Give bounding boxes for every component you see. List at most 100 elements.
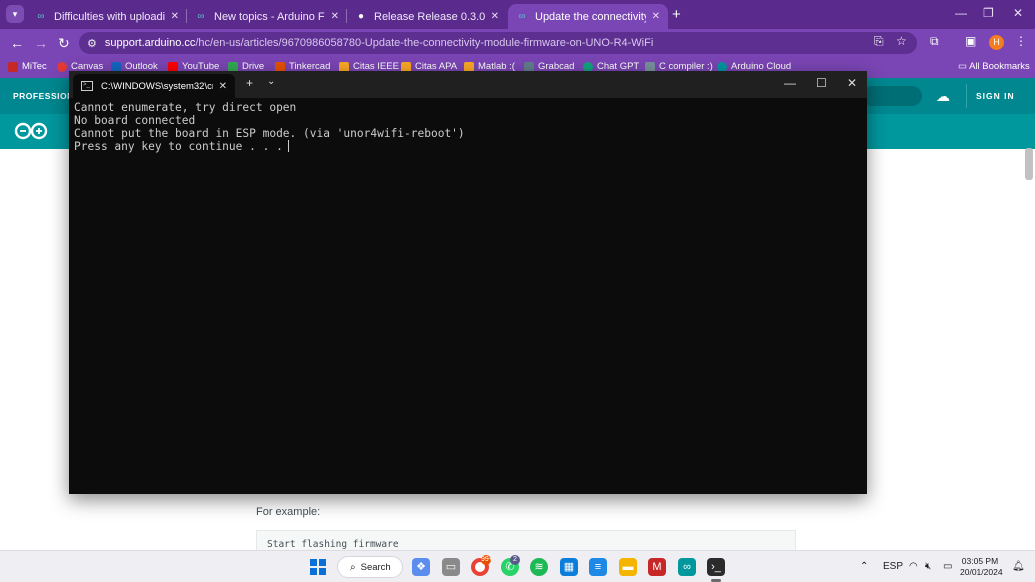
arduino-logo-icon[interactable] (14, 122, 48, 140)
cloud-icon[interactable]: ☁ (936, 88, 950, 105)
battery-icon[interactable]: ▭ (943, 561, 952, 572)
arduino-icon: ∞ (37, 10, 45, 22)
arduino-icon (717, 61, 727, 72)
notification-bell-icon[interactable]: 🔔︎ (1012, 561, 1025, 572)
chrome-notification-badge: 99+ (481, 555, 493, 565)
terminal-line: No board connected (74, 114, 196, 127)
clock-time: 03:05 PM (961, 556, 999, 566)
folder-icon: ▭ (958, 61, 970, 72)
terminal-icon[interactable]: ›_ (707, 558, 725, 576)
calendar-icon[interactable]: ▦ (560, 558, 578, 576)
reload-icon[interactable]: ↻ (58, 35, 70, 52)
example-label: For example: (256, 506, 321, 518)
terminal-tab-title: C:\WINDOWS\system32\cmd. (101, 80, 213, 92)
arduino-ide-icon[interactable]: ∞ (678, 558, 696, 576)
professional-link[interactable]: PROFESSION (13, 91, 74, 101)
browser-tab-strip: ▾ ∞ Difficulties with uploading - Sof ✕ … (0, 0, 1035, 29)
terminal-window: >_ C:\WINDOWS\system32\cmd. ✕ + ⌄ — ☐ ✕ … (69, 71, 867, 494)
sign-in-link[interactable]: SIGN IN (976, 91, 1015, 101)
close-icon[interactable]: ✕ (652, 11, 660, 22)
tinkercad-icon (275, 61, 285, 72)
more-menu-icon[interactable]: ⋮ (1015, 34, 1027, 48)
page-scrollbar-thumb[interactable] (1025, 148, 1033, 180)
chevron-up-icon[interactable]: ⌃ (860, 561, 868, 572)
site-search-input[interactable] (862, 86, 922, 106)
close-icon[interactable]: ✕ (491, 11, 499, 22)
folder-icon (464, 61, 474, 72)
new-tab-icon[interactable]: + (672, 6, 681, 23)
taskbar-search-button[interactable]: ⌕ Search (337, 556, 403, 578)
volume-muted-icon[interactable]: 🔇︎ (925, 561, 931, 572)
minimize-icon[interactable]: — (784, 76, 796, 90)
address-bar[interactable]: ⚙ support.arduino.cc/hc/en-us/articles/9… (79, 32, 917, 54)
system-clock[interactable]: 03:05 PM 20/01/2024 (960, 556, 1003, 578)
extensions-icon[interactable]: ⧉ (930, 34, 939, 49)
file-explorer-icon[interactable]: ▬ (619, 558, 637, 576)
terminal-line: Cannot enumerate, try direct open (74, 101, 297, 114)
tab-label: Update the connectivity module (535, 10, 646, 23)
windows-taskbar: ⌕ Search ❖ ▭ 99+ ✆ 2 ≋ ▦ ≡ ▬ M ∞ ›_ ⌃ ES… (0, 550, 1035, 582)
outlook-icon (111, 61, 121, 72)
bookmark-mitec[interactable]: MiTec (8, 61, 47, 72)
clock-date: 20/01/2024 (960, 567, 1003, 577)
terminal-line: Press any key to continue . . . (74, 140, 283, 153)
browser-toolbar: ← → ↻ ⚙ support.arduino.cc/hc/en-us/arti… (0, 29, 1035, 57)
terminal-output[interactable]: Cannot enumerate, try direct open No boar… (74, 101, 854, 481)
close-icon[interactable]: ✕ (331, 11, 339, 22)
terminal-tab[interactable]: >_ C:\WINDOWS\system32\cmd. ✕ (73, 74, 235, 98)
chevron-down-icon[interactable]: ⌄ (267, 76, 275, 87)
minimize-icon[interactable]: — (955, 6, 967, 20)
bookmark-label: MiTec (22, 61, 47, 72)
restore-icon[interactable]: ❐ (983, 6, 994, 20)
mcafee-icon[interactable]: M (648, 558, 666, 576)
site-info-icon[interactable]: ⚙ (87, 37, 97, 50)
new-tab-icon[interactable]: + (246, 76, 253, 90)
text-cursor (287, 140, 289, 152)
wifi-icon[interactable]: ◠ (909, 561, 918, 572)
search-label: Search (360, 561, 391, 573)
search-icon: ⌕ (350, 561, 356, 573)
youtube-icon (168, 61, 178, 72)
back-icon[interactable]: ← (10, 35, 24, 51)
folder-icon (339, 61, 349, 72)
tab-new-topics[interactable]: ∞ New topics - Arduino Forum ✕ (187, 4, 347, 29)
code-text: Start flashing firmware (267, 539, 399, 550)
language-indicator[interactable]: ESP (883, 561, 903, 572)
chatgpt-icon (583, 61, 593, 72)
close-icon[interactable]: ✕ (219, 81, 227, 92)
terminal-titlebar: >_ C:\WINDOWS\system32\cmd. ✕ + ⌄ — ☐ ✕ (69, 71, 867, 98)
tab-label: Difficulties with uploading - Sof (54, 10, 165, 23)
task-view-icon[interactable]: ▭ (442, 558, 460, 576)
profile-avatar[interactable]: H (989, 35, 1004, 50)
tab-release[interactable]: ● Release Release 0.3.0 · arduino/ ✕ (347, 4, 507, 29)
windows-start-icon[interactable] (310, 559, 326, 575)
close-icon[interactable]: ✕ (171, 11, 179, 22)
arduino-icon: ∞ (197, 10, 205, 22)
grabcad-icon (524, 61, 534, 72)
tab-label: Release Release 0.3.0 · arduino/ (374, 10, 485, 23)
mitec-icon (8, 61, 18, 72)
install-app-icon[interactable]: ⎘ (874, 34, 884, 49)
maximize-icon[interactable]: ☐ (816, 76, 827, 90)
cmd-icon: >_ (81, 81, 93, 91)
compiler-icon (645, 61, 655, 72)
address-host: support.arduino.cc (104, 37, 196, 49)
widgets-icon[interactable]: ❖ (412, 558, 430, 576)
close-window-icon[interactable]: ✕ (847, 76, 857, 90)
whatsapp-notification-badge: 2 (510, 555, 520, 565)
github-icon: ● (357, 10, 365, 22)
spotify-icon[interactable]: ≋ (530, 558, 548, 576)
bookmark-star-icon[interactable]: ☆ (896, 34, 907, 48)
side-panel-icon[interactable]: ▣ (965, 34, 976, 48)
notepad-icon[interactable]: ≡ (589, 558, 607, 576)
all-bookmarks[interactable]: ▭ All Bookmarks (958, 61, 1030, 72)
divider (966, 84, 967, 108)
folder-icon (401, 61, 411, 72)
forward-icon[interactable]: → (34, 35, 48, 51)
canvas-icon (57, 61, 67, 72)
tab-search-menu-icon[interactable]: ▾ (6, 5, 24, 23)
tab-difficulties-uploading[interactable]: ∞ Difficulties with uploading - Sof ✕ (27, 4, 187, 29)
tab-update-connectivity[interactable]: ∞ Update the connectivity module ✕ (508, 4, 668, 29)
close-window-icon[interactable]: ✕ (1013, 6, 1023, 20)
arduino-icon: ∞ (518, 10, 526, 22)
